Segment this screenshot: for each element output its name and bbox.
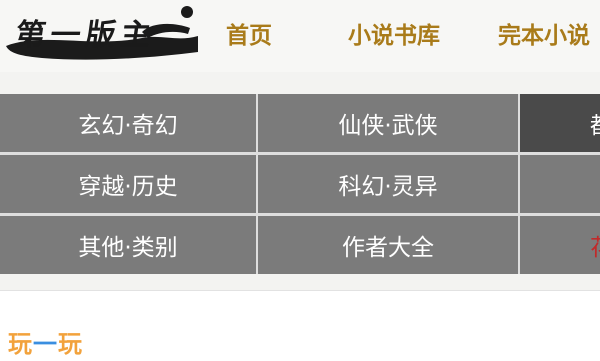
nav-home-link[interactable]: 首页 [226,16,272,50]
watermark: 玩一玩 [8,324,83,359]
category-xianxia[interactable]: 仙侠·武侠 [258,94,518,152]
logo-text: 第一版主 [13,18,158,53]
category-scifi[interactable]: 科幻·灵异 [258,155,518,213]
category-red-label: 花 [520,228,600,262]
watermark-part-3: 玩 [58,330,83,358]
category-history[interactable]: 穿越·历史 [0,155,256,213]
category-grid: 玄幻·奇幻 仙侠·武侠 都 穿越·历史 科幻·灵异 其他·类别 作者大全 花 [0,94,600,274]
category-urban[interactable]: 都 [520,94,600,152]
site-header: 第一版主 首页 小说书库 完本小说 [0,0,600,72]
site-logo[interactable]: 第一版主 [2,2,200,60]
nav-library-link[interactable]: 小说书库 [348,16,440,50]
category-empty[interactable] [520,155,600,213]
nav-complete-link[interactable]: 完本小说 [498,16,590,50]
category-other[interactable]: 其他·类别 [0,216,256,274]
category-fantasy[interactable]: 玄幻·奇幻 [0,94,256,152]
watermark-part-2: 一 [33,330,58,358]
content-area [0,290,600,361]
watermark-part-1: 玩 [8,330,33,358]
category-authors[interactable]: 作者大全 [258,216,518,274]
category-urban-label: 都 [520,106,600,140]
category-red[interactable]: 花 [520,216,600,274]
